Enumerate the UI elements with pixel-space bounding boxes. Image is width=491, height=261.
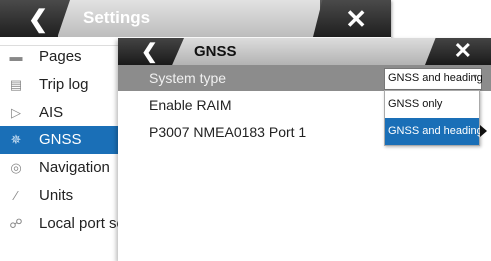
ais-icon: ▷ <box>11 105 21 120</box>
sidebar-item-pages[interactable]: ▬ Pages <box>0 43 130 71</box>
close-icon: ✕ <box>453 38 472 63</box>
option-gnss-only[interactable]: GNSS only <box>385 91 479 118</box>
sidebar-item-ais[interactable]: ▷ AIS <box>0 99 130 127</box>
gnss-icon: ✵ <box>10 132 22 147</box>
chevron-down-icon: ▾ <box>472 72 477 81</box>
units-icon: ∕ <box>14 188 18 203</box>
sidebar-item-gnss[interactable]: ✵ GNSS <box>0 126 130 154</box>
gnss-titlebar: ❮ GNSS ✕ <box>118 38 491 65</box>
local-port-icon: ☍ <box>9 216 23 231</box>
gnss-title: GNSS <box>194 43 237 60</box>
close-icon: ✕ <box>345 4 367 34</box>
trip-log-icon: ▤ <box>9 77 23 92</box>
gnss-dialog: ❮ GNSS ✕ System type GNSS and heading ▾ … <box>118 38 491 261</box>
back-chevron-icon: ❮ <box>141 41 158 63</box>
sidebar-item-navigation[interactable]: ◎ Navigation <box>0 154 130 182</box>
sidebar-item-local-port-setup[interactable]: ☍ Local port setup <box>0 210 145 238</box>
sidebar-item-units[interactable]: ∕ Units <box>0 182 130 210</box>
system-type-select[interactable]: GNSS and heading ▾ <box>384 68 483 90</box>
navigation-icon: ◎ <box>10 160 22 175</box>
back-chevron-icon: ❮ <box>28 6 49 33</box>
system-type-dropdown: GNSS only GNSS and heading <box>384 90 483 146</box>
pages-icon: ▬ <box>9 49 23 64</box>
selection-pointer-icon <box>480 125 487 137</box>
sidebar-item-trip-log[interactable]: ▤ Trip log <box>0 71 130 99</box>
option-gnss-and-heading[interactable]: GNSS and heading <box>385 118 483 145</box>
settings-titlebar: ❮ Settings ✕ <box>0 0 391 37</box>
settings-title: Settings <box>83 8 151 27</box>
system-type-row[interactable]: System type GNSS and heading ▾ <box>118 65 491 91</box>
